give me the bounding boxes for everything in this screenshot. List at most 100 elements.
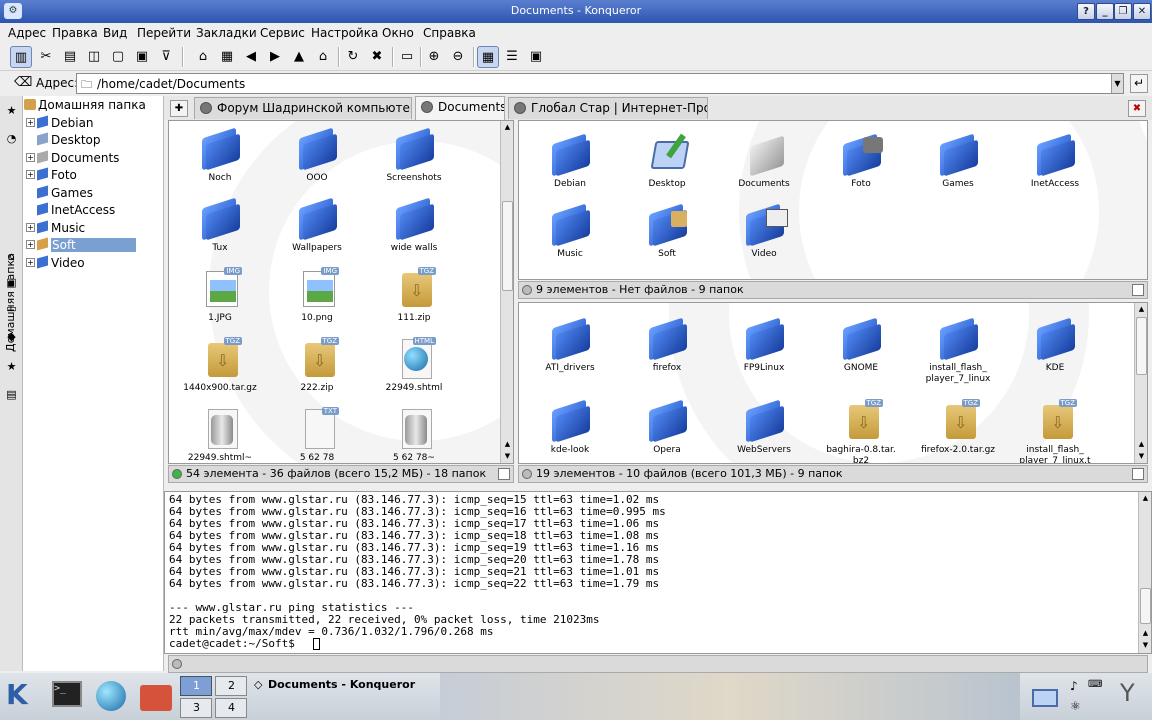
close-button[interactable]: ✕ xyxy=(1133,3,1151,20)
tree-item-video[interactable]: + Video xyxy=(23,254,164,271)
item-soft[interactable]: Soft xyxy=(622,201,712,271)
expand-icon[interactable]: + xyxy=(26,240,35,249)
sidebar-toggle-icon[interactable]: ▥ xyxy=(10,46,32,68)
list-view-icon[interactable]: ☰ xyxy=(501,46,523,68)
scroll-down-icon[interactable]: ▼ xyxy=(1136,451,1147,462)
scroll-up-icon[interactable]: ▲ xyxy=(1140,493,1151,504)
preview-icon[interactable]: ▣ xyxy=(525,46,547,68)
remove-view-icon[interactable]: ▢ xyxy=(107,46,129,68)
item-games[interactable]: Games xyxy=(913,131,1003,201)
back-icon[interactable]: ◀ xyxy=(240,46,262,68)
item-tux[interactable]: Tux xyxy=(175,195,265,265)
go-button[interactable]: ↵ xyxy=(1130,74,1148,93)
forward-icon[interactable]: ▶ xyxy=(264,46,286,68)
filter-icon[interactable]: ⊽ xyxy=(155,46,177,68)
home-launcher-icon[interactable] xyxy=(140,685,172,711)
menu-tools[interactable]: Сервис xyxy=(260,26,305,40)
favorites-icon[interactable]: ★ xyxy=(3,358,20,375)
antenna-icon[interactable]: Y xyxy=(1120,679,1140,715)
bottom-right-icon-view[interactable]: ATI_drivers firefox FP9Linux GNOME insta… xyxy=(518,302,1148,464)
scroll-up-icon[interactable]: ▲ xyxy=(1136,439,1147,450)
item-inetaccess[interactable]: InetAccess xyxy=(1010,131,1100,201)
item-webservers[interactable]: WebServers xyxy=(719,397,809,463)
item-1-jpg[interactable]: IMG 1.JPG xyxy=(175,265,265,335)
desktop-2[interactable]: 2 xyxy=(215,676,247,696)
scrollbar-thumb[interactable] xyxy=(1136,317,1147,375)
home-icon[interactable]: ⌂ xyxy=(3,248,20,265)
history-icon[interactable]: ◔ xyxy=(3,130,20,147)
network-tray-icon[interactable]: ⚛ xyxy=(1070,699,1086,715)
tab-forum[interactable]: Форум Шадринской компьютерн... xyxy=(194,97,412,119)
item-music[interactable]: Music xyxy=(525,201,615,271)
left-icon-view[interactable]: Noch OOO Screenshots Tux Wallpapers wide… xyxy=(168,120,514,464)
expand-icon[interactable]: + xyxy=(26,153,35,162)
item-debian[interactable]: Debian xyxy=(525,131,615,201)
link-view-checkbox[interactable] xyxy=(1132,468,1144,480)
desktop-4[interactable]: 4 xyxy=(215,698,247,718)
home-up-icon[interactable]: ⌂ xyxy=(192,46,214,68)
stop-icon[interactable]: ✖ xyxy=(366,46,388,68)
item-video[interactable]: Video xyxy=(719,201,809,271)
cut-icon[interactable]: ▭ xyxy=(396,46,418,68)
expand-icon[interactable]: + xyxy=(26,258,35,267)
item-install-flash-folder[interactable]: install_flash_ player_7_linux xyxy=(913,315,1003,385)
item-opera[interactable]: Opera xyxy=(622,397,712,463)
item-10-png[interactable]: IMG 10.png xyxy=(272,265,362,335)
item-baghira[interactable]: TGZ baghira-0.8.tar. bz2 xyxy=(816,397,906,463)
services-icon[interactable]: ◆ xyxy=(3,328,20,345)
menu-settings[interactable]: Настройка xyxy=(311,26,378,40)
tools-icon[interactable]: ✂ xyxy=(35,46,57,68)
scroll-up-icon[interactable]: ▲ xyxy=(1136,304,1147,315)
zoom-in-icon[interactable]: ⊕ xyxy=(423,46,445,68)
tree-item-music[interactable]: + Music xyxy=(23,219,164,236)
volume-icon[interactable]: ♪ xyxy=(1070,679,1086,693)
terminal-launcher-icon[interactable]: >_ xyxy=(52,681,82,707)
link-view-checkbox[interactable] xyxy=(1132,284,1144,296)
scrollbar-thumb[interactable] xyxy=(502,201,513,291)
browser-launcher-icon[interactable] xyxy=(96,681,126,711)
up-icon[interactable]: ▲ xyxy=(288,46,310,68)
tab-globalstar[interactable]: Глобал Стар | Интернет-Пров... xyxy=(508,97,708,119)
reload-icon[interactable]: ↻ xyxy=(342,46,364,68)
menu-edit[interactable]: Правка xyxy=(52,26,98,40)
item-wide-walls[interactable]: wide walls xyxy=(369,195,459,265)
top-right-icon-view[interactable]: Debian Desktop Documents Foto Games Inet… xyxy=(518,120,1148,280)
menu-address[interactable]: Адрес xyxy=(8,26,46,40)
item-screenshots[interactable]: Screenshots xyxy=(369,125,459,195)
item-gnome[interactable]: GNOME xyxy=(816,315,906,385)
menu-window[interactable]: Окно xyxy=(382,26,414,40)
help-button[interactable]: ? xyxy=(1077,3,1095,20)
tree-item-games[interactable]: Games xyxy=(23,184,164,201)
close-tab-icon[interactable]: ✖ xyxy=(1128,100,1146,117)
keyboard-layout-icon[interactable]: ⌨ xyxy=(1088,679,1104,693)
scroll-up-icon[interactable]: ▲ xyxy=(502,439,513,450)
item-22949-shtml-backup[interactable]: 22949.shtml~ xyxy=(175,405,265,463)
item-desktop[interactable]: Desktop xyxy=(622,131,712,201)
bookmarks-icon[interactable]: ★ xyxy=(3,102,20,119)
terminal-prompt[interactable]: cadet@cadet:~/Soft$ xyxy=(169,638,301,650)
item-noch[interactable]: Noch xyxy=(175,125,265,195)
maximize-button[interactable]: ❐ xyxy=(1114,3,1132,20)
link-view-checkbox[interactable] xyxy=(498,468,510,480)
zoom-out-icon[interactable]: ⊖ xyxy=(447,46,469,68)
location-input[interactable]: 🗀 /home/cadet/Documents ▼ xyxy=(76,73,1124,94)
kde-menu-icon[interactable]: K xyxy=(6,678,40,714)
desktop-1[interactable]: 1 xyxy=(180,676,212,696)
tree-item-desktop[interactable]: Desktop xyxy=(23,131,164,148)
split-vertical-icon[interactable]: ◫ xyxy=(83,46,105,68)
menu-view[interactable]: Вид xyxy=(103,26,127,40)
scroll-down-icon[interactable]: ▼ xyxy=(1140,640,1151,651)
split-horizontal-icon[interactable]: ▤ xyxy=(59,46,81,68)
item-foto[interactable]: Foto xyxy=(816,131,906,201)
tree-item-home[interactable]: Домашняя папка xyxy=(23,96,164,113)
media-icon[interactable]: ▤ xyxy=(3,386,20,403)
desktop-3[interactable]: 3 xyxy=(180,698,212,718)
task-konqueror[interactable]: ◇ Documents - Konqueror xyxy=(252,676,432,696)
minimize-button[interactable]: _ xyxy=(1096,3,1114,20)
tree-item-foto[interactable]: + Foto xyxy=(23,166,164,183)
item-222-zip[interactable]: TGZ 222.zip xyxy=(272,335,362,405)
tree-item-debian[interactable]: + Debian xyxy=(23,114,164,131)
item-install-flash-tar[interactable]: TGZ install_flash_ player_7_linux.t xyxy=(1010,397,1100,463)
scroll-down-icon[interactable]: ▼ xyxy=(502,451,513,462)
location-value[interactable]: /home/cadet/Documents xyxy=(97,77,245,91)
